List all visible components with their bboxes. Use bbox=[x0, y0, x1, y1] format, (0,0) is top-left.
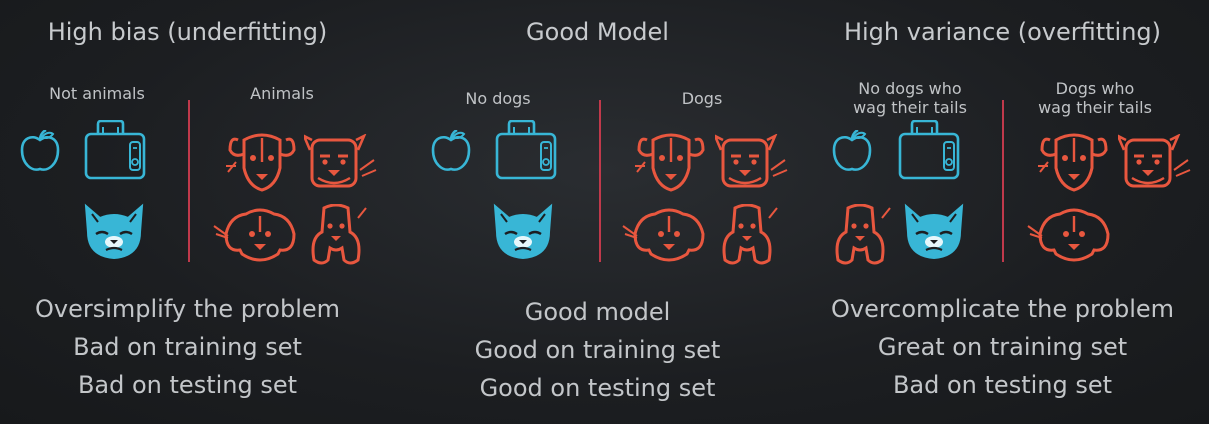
caption-block: Overcomplicate the problem Great on trai… bbox=[800, 290, 1205, 404]
panel-good-model: Good Model No dogs Dogs Good model Good … bbox=[405, 0, 790, 424]
grumpy-cat-icon bbox=[493, 204, 553, 260]
spaniel-icon bbox=[311, 204, 368, 265]
caption-line: Good on training set bbox=[474, 336, 721, 364]
apple-icon bbox=[832, 130, 872, 171]
spaniel-icon bbox=[722, 204, 779, 265]
apple-icon bbox=[431, 130, 471, 171]
toaster-icon bbox=[898, 120, 960, 180]
terrier-icon bbox=[304, 134, 378, 188]
left-column-header: Not animals bbox=[49, 84, 145, 103]
apple-icon bbox=[20, 130, 60, 171]
left-column-header: No dogs bbox=[465, 89, 531, 108]
dog-icon bbox=[1036, 133, 1108, 192]
dog-icon bbox=[633, 133, 705, 192]
panel-title: High variance (overfitting) bbox=[843, 18, 1162, 46]
caption-line: Good on testing set bbox=[479, 374, 716, 402]
caption-block: Oversimplify the problem Bad on training… bbox=[0, 290, 375, 404]
panel-high-variance: High variance (overfitting) No dogs who … bbox=[800, 0, 1205, 424]
terrier-icon bbox=[1118, 134, 1192, 188]
panel-high-bias: High bias (underfitting) Not animals Ani… bbox=[0, 0, 378, 424]
caption-line: Bad on testing set bbox=[892, 371, 1113, 399]
caption-line: Oversimplify the problem bbox=[34, 295, 341, 323]
caption-block: Good model Good on training set Good on … bbox=[405, 293, 790, 407]
caption-line: Great on training set bbox=[877, 333, 1128, 361]
caption-line: Good model bbox=[524, 298, 671, 326]
beagle-icon bbox=[1026, 208, 1110, 262]
left-column-header: No dogs who wag their tails bbox=[853, 79, 967, 117]
column-divider bbox=[599, 100, 601, 262]
toaster-icon bbox=[495, 120, 557, 180]
right-column-header: Dogs who wag their tails bbox=[1038, 79, 1152, 117]
grumpy-cat-icon bbox=[84, 204, 144, 260]
column-divider bbox=[1002, 100, 1004, 262]
panel-title: Good Model bbox=[526, 18, 669, 46]
toaster-icon bbox=[84, 120, 146, 180]
beagle-icon bbox=[212, 208, 296, 262]
caption-line: Bad on training set bbox=[73, 333, 302, 361]
spaniel-icon bbox=[835, 204, 892, 265]
caption-line: Overcomplicate the problem bbox=[830, 295, 1175, 323]
grumpy-cat-icon bbox=[904, 204, 964, 260]
terrier-icon bbox=[715, 134, 789, 188]
right-column-header: Animals bbox=[250, 84, 314, 103]
caption-line: Bad on testing set bbox=[77, 371, 298, 399]
dog-icon bbox=[224, 133, 296, 192]
panel-title: High bias (underfitting) bbox=[47, 18, 328, 46]
beagle-icon bbox=[621, 208, 705, 262]
right-column-header: Dogs bbox=[681, 89, 723, 108]
column-divider bbox=[188, 100, 190, 262]
